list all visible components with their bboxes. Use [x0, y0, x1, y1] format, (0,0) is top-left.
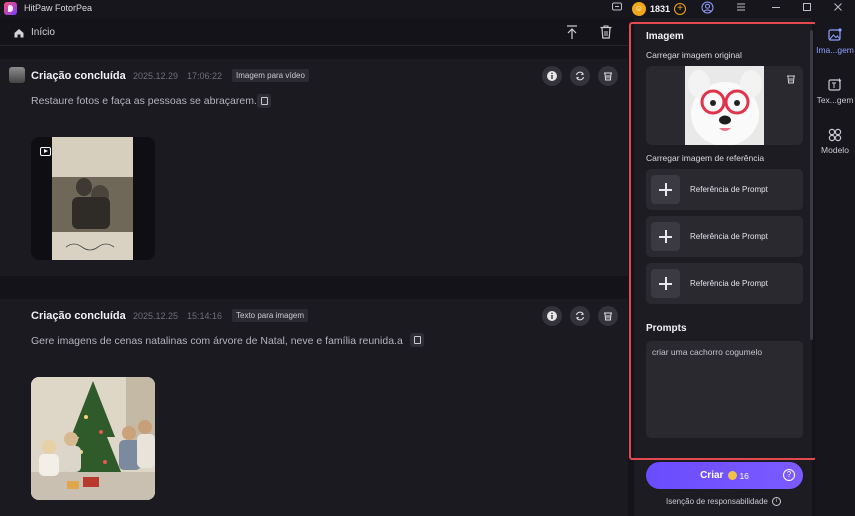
add-icon	[651, 222, 680, 251]
info-icon[interactable]: i	[772, 497, 781, 506]
reference-label: Referência de Prompt	[690, 279, 768, 288]
help-icon[interactable]: ?	[783, 469, 795, 481]
delete-button[interactable]	[598, 306, 618, 326]
disclaimer-link[interactable]: Isenção de responsabilidade	[666, 497, 768, 506]
delete-button[interactable]	[598, 66, 618, 86]
card-time: 15:14:16	[187, 311, 223, 321]
home-link[interactable]: Início	[31, 27, 55, 38]
card-title: Criação concluída	[31, 310, 126, 322]
app-window: HitPaw FotorPea ☺ 1831 + Início Criação …	[0, 0, 855, 516]
minimize-icon[interactable]	[768, 1, 784, 17]
info-button[interactable]	[542, 66, 562, 86]
delete-original-icon[interactable]	[785, 72, 797, 84]
image-edit-icon	[828, 28, 842, 41]
credits-value: 1831	[650, 3, 671, 14]
reference-label: Referência de Prompt	[690, 185, 768, 194]
rail-label: Tex...gem	[816, 95, 854, 105]
add-icon	[651, 175, 680, 204]
prompt-reference-slot[interactable]: Referência de Prompt	[646, 169, 803, 210]
prompt-textarea[interactable]: criar uma cachorro cogumelo	[646, 341, 803, 438]
card-tag: Texto para imagem	[232, 309, 309, 322]
card-tag: Imagem para vídeo	[232, 69, 309, 82]
text-image-icon	[828, 78, 842, 91]
regenerate-button[interactable]	[570, 66, 590, 86]
credits-pill[interactable]: ☺ 1831 +	[631, 1, 688, 16]
model-grid-icon	[828, 128, 842, 142]
video-icon	[40, 147, 51, 156]
rail-item-image[interactable]: Ima...gem	[815, 28, 855, 55]
copy-prompt-button[interactable]	[410, 333, 424, 347]
card-date: 2025.12.29	[133, 71, 179, 81]
prompt-reference-slot[interactable]: Referência de Prompt	[646, 263, 803, 304]
add-icon	[651, 269, 680, 298]
reference-label: Referência de Prompt	[690, 232, 768, 241]
create-label: Criar	[700, 470, 724, 481]
regenerate-button[interactable]	[570, 306, 590, 326]
app-logo-icon	[4, 2, 17, 15]
section-title-prompts: Prompts	[646, 323, 687, 334]
rail-item-text-image[interactable]: Tex...gem	[815, 78, 855, 105]
add-credits-icon[interactable]: +	[674, 2, 687, 15]
card-time: 17:06:22	[187, 71, 223, 81]
copy-prompt-button[interactable]	[257, 94, 271, 108]
create-cost: 16	[739, 470, 749, 481]
maximize-icon[interactable]	[799, 1, 815, 17]
panel-scrollbar[interactable]	[810, 30, 813, 340]
message-icon[interactable]	[609, 1, 625, 17]
history-card: Criação concluída 2025.12.29 17:06:22 Im…	[0, 59, 628, 276]
account-icon[interactable]	[699, 1, 715, 17]
card-title: Criação concluída	[31, 70, 126, 82]
upload-original-label: Carregar imagem original	[646, 50, 742, 60]
coin-icon: ☺	[632, 1, 646, 16]
create-button[interactable]: Criar 16 ?	[646, 462, 803, 489]
title-bar: HitPaw FotorPea ☺ 1831 +	[0, 0, 855, 18]
rail-label: Modelo	[821, 145, 849, 155]
upload-reference-label: Carregar imagem de referência	[646, 153, 765, 163]
rail-item-model[interactable]: Modelo	[815, 128, 855, 155]
delete-all-icon[interactable]	[599, 24, 613, 40]
section-title-image: Imagem	[646, 31, 684, 42]
coin-icon	[728, 471, 738, 480]
home-icon[interactable]	[13, 26, 25, 38]
menu-icon[interactable]	[733, 1, 749, 17]
app-title: HitPaw FotorPea	[24, 3, 93, 13]
video-result-thumbnail[interactable]	[31, 137, 155, 260]
info-button[interactable]	[542, 306, 562, 326]
card-date: 2025.12.25	[133, 311, 179, 321]
card-prompt: Restaure fotos e faça as pessoas se abra…	[31, 95, 257, 107]
prompt-reference-slot[interactable]: Referência de Prompt	[646, 216, 803, 257]
vintage-couple-photo	[52, 137, 133, 260]
upload-icon[interactable]	[565, 24, 579, 40]
prompt-text: criar uma cachorro cogumelo	[652, 347, 763, 357]
card-thumbnail	[9, 67, 25, 83]
history-card: Criação concluída 2025.12.25 15:14:16 Te…	[0, 299, 628, 516]
rail-label: Ima...gem	[816, 45, 854, 55]
uploaded-dog-image	[685, 66, 764, 145]
image-result-thumbnail[interactable]	[31, 377, 155, 500]
main-header: Início	[0, 18, 628, 46]
close-icon[interactable]	[830, 1, 846, 17]
card-prompt: Gere imagens de cenas natalinas com árvo…	[31, 335, 403, 347]
